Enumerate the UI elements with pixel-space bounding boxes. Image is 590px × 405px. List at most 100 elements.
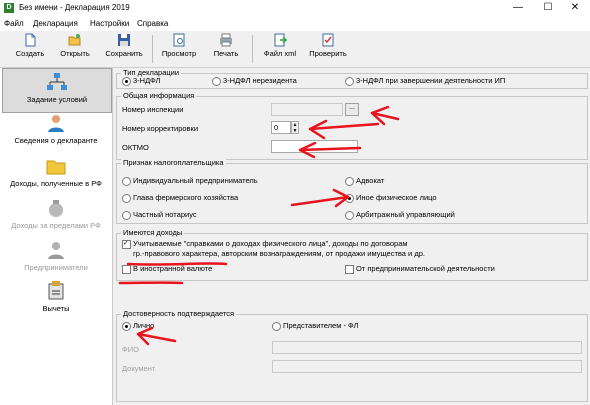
toolbar-separator bbox=[252, 35, 253, 63]
group-income: Имеются доходы Учитываемые "справками о … bbox=[116, 228, 588, 281]
sidebar-item-income-rf[interactable]: Доходы, полученные в РФ bbox=[2, 156, 110, 192]
group-taxpayer: Признак налогоплательщика Индивидуальный… bbox=[116, 158, 588, 224]
correction-spinner[interactable]: 0 bbox=[271, 121, 291, 134]
print-button[interactable]: Печать bbox=[206, 33, 246, 58]
check-label: Проверить bbox=[309, 49, 347, 58]
checkbox-label-foreign-currency: В иностранной валюте bbox=[133, 264, 213, 273]
sidebar-item-declarant[interactable]: Сведения о декларанте bbox=[2, 113, 110, 149]
radio-label-3ndfl-ip-end: 3-НДФЛ при завершении деятельности ИП bbox=[356, 76, 506, 85]
checkbox-label-certified-line2: гр.-правового характера, авторским возна… bbox=[133, 249, 425, 258]
floppy-disk-icon bbox=[118, 34, 130, 46]
radio-3ndfl-ip-end[interactable] bbox=[345, 77, 354, 86]
save-button[interactable]: Сохранить bbox=[101, 33, 147, 58]
sidebar-label-deductions: Вычеты bbox=[42, 304, 70, 313]
group-title-income: Имеются доходы bbox=[121, 228, 185, 237]
sidebar-label-income-abroad: Доходы за пределами РФ bbox=[11, 221, 101, 230]
open-folder-icon bbox=[68, 34, 81, 46]
title-bar: D Без имени - Декларация 2019 — ☐ ✕ bbox=[0, 0, 590, 16]
new-document-icon bbox=[25, 33, 36, 47]
radio-label-individual-entrepreneur: Индивидуальный предприниматель bbox=[133, 176, 258, 185]
window-title: Без имени - Декларация 2019 bbox=[19, 3, 130, 12]
sidebar-label-income-rf: Доходы, полученные в РФ bbox=[10, 179, 102, 188]
group-declaration-type: Тип декларации 3-НДФЛ 3-НДФЛ нерезидента… bbox=[116, 68, 588, 89]
document-label: Документ bbox=[122, 364, 156, 373]
inspection-field[interactable] bbox=[271, 103, 343, 116]
radio-label-representative: Представителем - ФЛ bbox=[283, 321, 359, 330]
oktmo-label: ОКТМО bbox=[122, 143, 149, 152]
sidebar-label-entrepreneurs: Предприниматели bbox=[24, 263, 88, 272]
radio-label-personal: Лично bbox=[133, 321, 155, 330]
deductions-icon bbox=[48, 281, 64, 300]
checkbox-label-entrepreneur-income: От предпринимательской деятельности bbox=[356, 264, 495, 273]
group-title-general-info: Общая информация bbox=[121, 91, 197, 100]
radio-personal[interactable] bbox=[122, 322, 131, 331]
radio-notary[interactable] bbox=[122, 211, 131, 220]
maximize-button[interactable]: ☐ bbox=[533, 0, 563, 16]
radio-representative[interactable] bbox=[272, 322, 281, 331]
checkbox-label-certified-line1: Учитываемые "справками о доходах физичес… bbox=[133, 239, 408, 248]
open-label: Открыть bbox=[60, 49, 90, 58]
printer-icon bbox=[220, 33, 232, 47]
xml-file-button[interactable]: Файл xml bbox=[258, 33, 302, 58]
sidebar-label-declarant: Сведения о декларанте bbox=[14, 136, 98, 145]
preview-button[interactable]: Просмотр bbox=[157, 33, 201, 58]
inspection-browse-button[interactable]: ... bbox=[345, 103, 359, 116]
save-label: Сохранить bbox=[105, 49, 143, 58]
document-field[interactable] bbox=[272, 360, 582, 373]
oktmo-field[interactable] bbox=[271, 140, 358, 153]
create-label: Создать bbox=[15, 49, 45, 58]
open-button[interactable]: Открыть bbox=[55, 33, 95, 58]
inspection-label: Номер инспекции bbox=[122, 105, 184, 114]
sidebar-item-income-abroad[interactable]: Доходы за пределами РФ bbox=[2, 198, 110, 234]
radio-label-other-person: Иное физическое лицо bbox=[356, 193, 437, 202]
check-button[interactable]: Проверить bbox=[305, 33, 351, 58]
money-bag-icon bbox=[49, 200, 63, 217]
person-icon bbox=[48, 115, 64, 132]
menu-declaration[interactable]: Декларация bbox=[33, 19, 78, 28]
radio-3ndfl[interactable] bbox=[122, 77, 131, 86]
checkbox-entrepreneur-income[interactable] bbox=[345, 265, 354, 274]
radio-lawyer[interactable] bbox=[345, 177, 354, 186]
folder-icon bbox=[46, 160, 66, 175]
radio-label-arbitration-manager: Арбитражный управляющий bbox=[356, 210, 455, 219]
group-general-info: Общая информация Номер инспекции ... Ном… bbox=[116, 91, 588, 160]
radio-label-lawyer: Адвокат bbox=[356, 176, 385, 185]
radio-label-3ndfl-nonresident: 3-НДФЛ нерезидента bbox=[223, 76, 297, 85]
spinner-arrows[interactable]: ▲ ▼ bbox=[291, 121, 299, 134]
menu-settings[interactable]: Настройки bbox=[90, 19, 129, 28]
app-icon: D bbox=[4, 3, 14, 13]
fio-field[interactable] bbox=[272, 341, 582, 354]
radio-individual-entrepreneur[interactable] bbox=[122, 177, 131, 186]
group-title-reliability: Достоверность подтверждается bbox=[121, 309, 237, 318]
radio-farm-head[interactable] bbox=[122, 194, 131, 203]
toolbar-separator bbox=[152, 35, 153, 63]
toolbar: Создать Открыть Сохранить Просмотр Печат… bbox=[0, 31, 590, 68]
preview-label: Просмотр bbox=[161, 49, 197, 58]
sidebar-item-conditions[interactable]: Задание условий bbox=[2, 68, 112, 113]
menu-file[interactable]: Файл bbox=[4, 19, 24, 28]
preview-icon bbox=[173, 33, 185, 47]
sidebar: Задание условий Сведения о декларанте До… bbox=[0, 68, 113, 405]
radio-3ndfl-nonresident[interactable] bbox=[212, 77, 221, 86]
minimize-button[interactable]: — bbox=[503, 0, 533, 16]
print-label: Печать bbox=[213, 49, 239, 58]
sidebar-label-conditions: Задание условий bbox=[26, 95, 88, 104]
radio-label-notary: Частный нотариус bbox=[133, 210, 197, 219]
create-button[interactable]: Создать bbox=[10, 33, 50, 58]
radio-arbitration-manager[interactable] bbox=[345, 211, 354, 220]
sidebar-item-entrepreneurs[interactable]: Предприниматели bbox=[2, 240, 110, 276]
radio-other-person[interactable] bbox=[345, 194, 354, 203]
entrepreneur-icon bbox=[48, 242, 64, 259]
menu-help[interactable]: Справка bbox=[137, 19, 168, 28]
menu-bar: Файл Декларация Настройки Справка bbox=[0, 16, 590, 31]
checkbox-foreign-currency[interactable] bbox=[122, 265, 131, 274]
correction-label: Номер корректировки bbox=[122, 124, 199, 133]
xml-file-icon bbox=[274, 33, 287, 47]
group-reliability: Достоверность подтверждается Лично Предс… bbox=[116, 309, 588, 402]
radio-label-3ndfl: 3-НДФЛ bbox=[133, 76, 161, 85]
sidebar-item-deductions[interactable]: Вычеты bbox=[2, 281, 110, 317]
checkbox-certified-income[interactable] bbox=[122, 239, 131, 249]
radio-label-farm-head: Глава фермерского хозяйства bbox=[133, 193, 239, 202]
xml-file-label: Файл xml bbox=[263, 49, 297, 58]
close-button[interactable]: ✕ bbox=[560, 0, 590, 16]
